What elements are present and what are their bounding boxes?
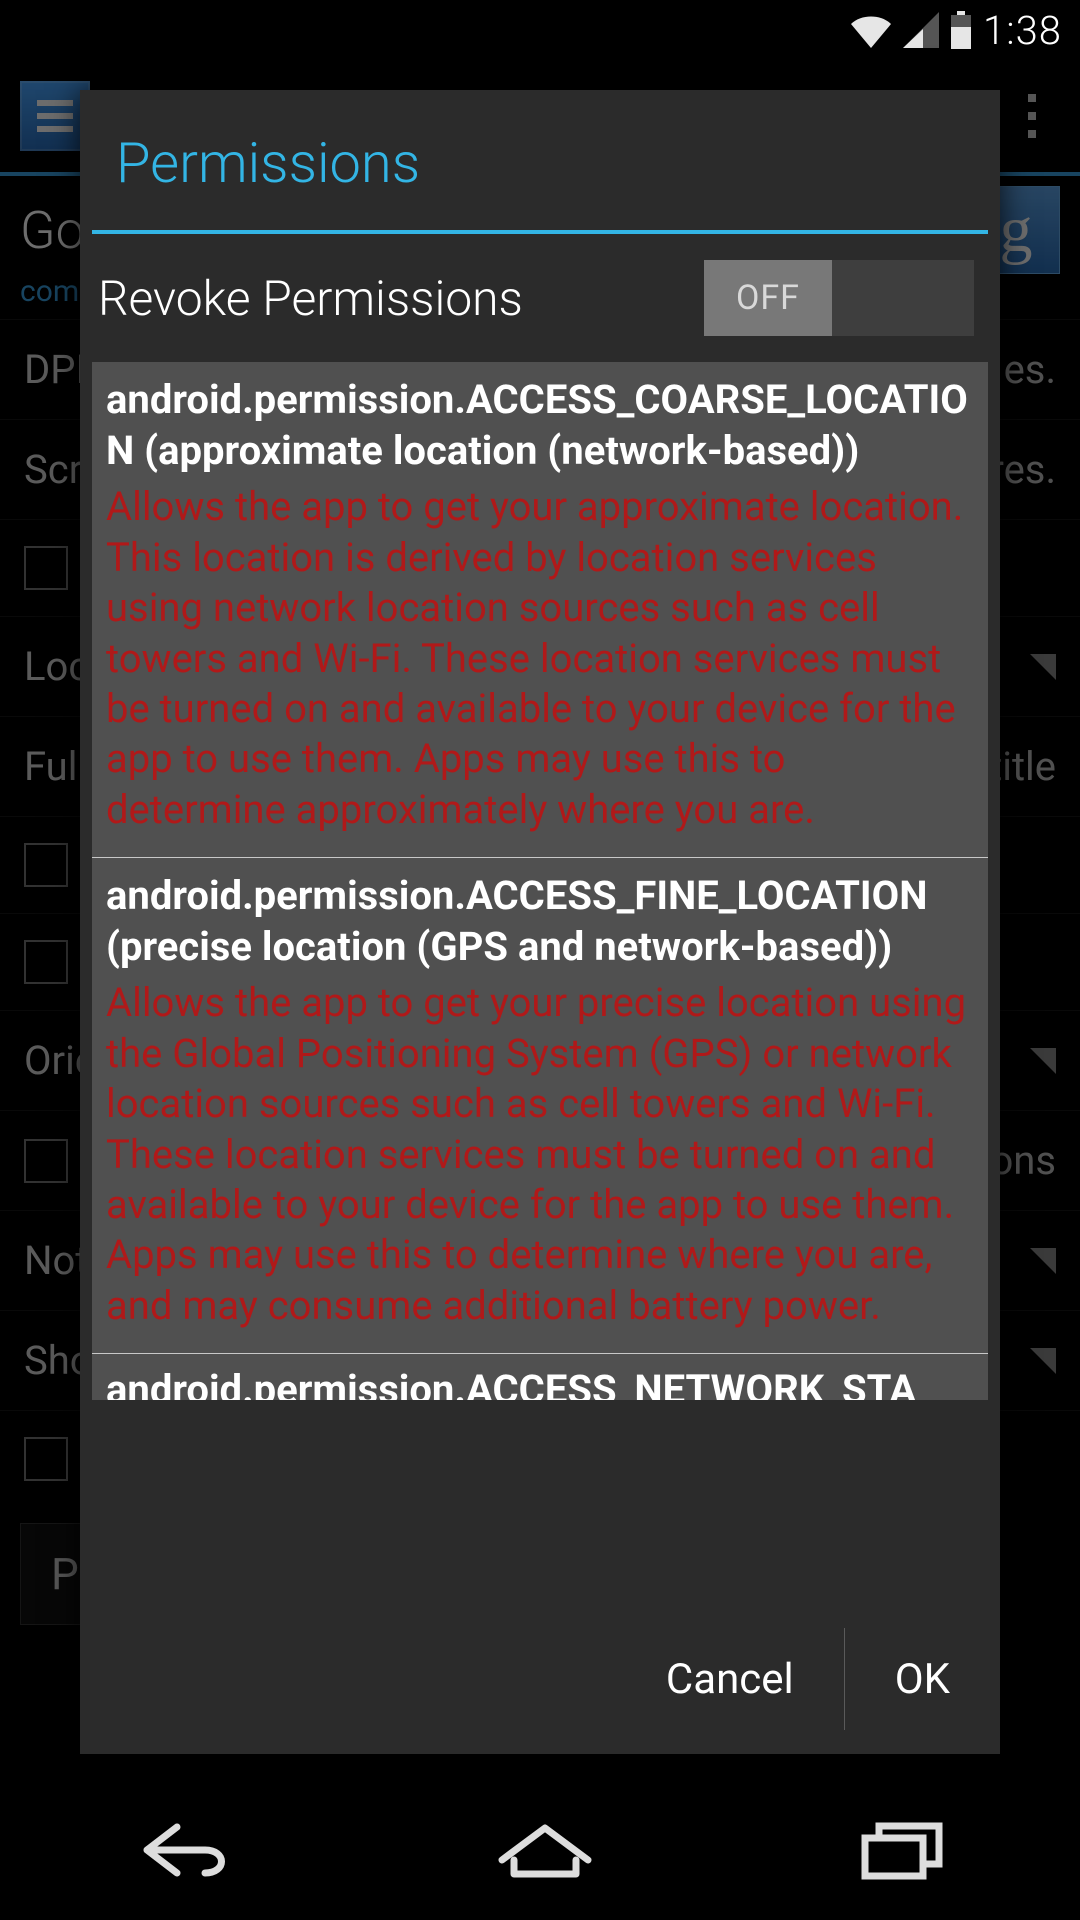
- permission-description: Allows the app to get your precise locat…: [106, 978, 974, 1331]
- permission-item[interactable]: android.permission.ACCESS_FINE_LOCATION …: [92, 858, 988, 1354]
- ok-button[interactable]: OK: [845, 1604, 1000, 1754]
- signal-icon: [903, 12, 939, 48]
- toggle-thumb: OFF: [704, 260, 832, 336]
- recents-button[interactable]: [853, 1818, 953, 1882]
- revoke-permissions-label: Revoke Permissions: [98, 270, 684, 327]
- permission-description: Allows the app to get your approximate l…: [106, 482, 974, 835]
- permissions-dialog: Permissions Revoke Permissions OFF andro…: [80, 90, 1000, 1754]
- home-button[interactable]: [490, 1818, 600, 1882]
- status-bar: 1:38: [0, 0, 1080, 60]
- back-icon: [127, 1815, 237, 1885]
- dialog-title: Permissions: [80, 90, 1000, 230]
- navigation-bar: [0, 1780, 1080, 1920]
- home-icon: [490, 1818, 600, 1882]
- dialog-button-bar: Cancel OK: [80, 1604, 1000, 1754]
- permission-item-cutoff[interactable]: android.permission.ACCESS_NETWORK_STA: [92, 1354, 988, 1400]
- cancel-button[interactable]: Cancel: [616, 1604, 844, 1754]
- battery-icon: [949, 11, 973, 49]
- permission-name: android.permission.ACCESS_FINE_LOCATION …: [106, 870, 974, 972]
- permission-name: android.permission.ACCESS_COARSE_LOCATIO…: [106, 374, 974, 476]
- clock: 1:38: [983, 7, 1062, 54]
- recents-icon: [853, 1818, 953, 1882]
- permission-item[interactable]: android.permission.ACCESS_COARSE_LOCATIO…: [92, 362, 988, 858]
- permission-list[interactable]: android.permission.ACCESS_COARSE_LOCATIO…: [92, 362, 988, 1604]
- back-button[interactable]: [127, 1815, 237, 1885]
- revoke-permissions-row: Revoke Permissions OFF: [80, 234, 1000, 362]
- wifi-icon: [849, 12, 893, 48]
- revoke-toggle[interactable]: OFF: [704, 260, 974, 336]
